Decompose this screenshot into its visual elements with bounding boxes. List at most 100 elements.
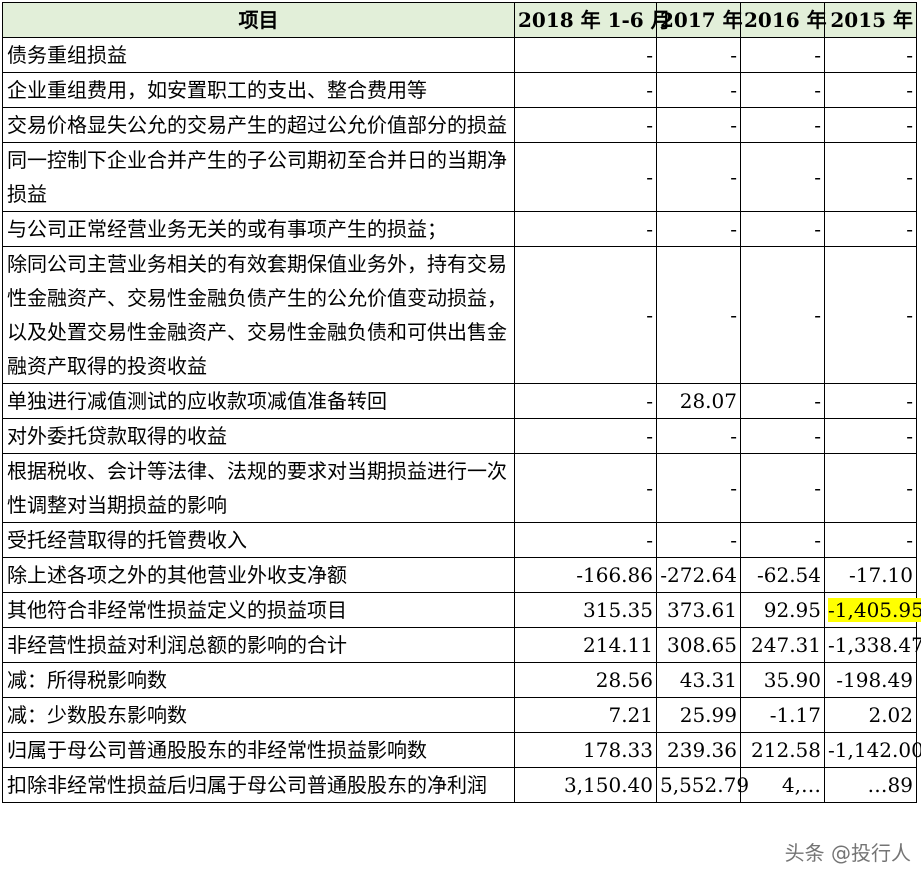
table-row: 根据税收、会计等法律、法规的要求对当期损益进行一次性调整对当期损益的影响 - - - - [2,453,917,523]
table-row: 减：少数股东影响数 7.21 25.99 -1.17 2.02 [2,697,917,733]
row-value-cell: 2.02 [824,697,917,733]
table-row: 对外委托贷款取得的收益 - - - - [2,418,917,454]
row-value-cell: 239.36 [656,732,741,768]
row-value-cell: -198.49 [824,662,917,698]
row-item-label: 其他符合非经常性损益定义的损益项目 [2,592,515,628]
row-value-cell: -1,142.00 [824,732,921,768]
row-value-cell: - [656,211,741,247]
row-item-label: 减：所得税影响数 [2,662,515,698]
row-value-cell: 28.07 [656,383,741,419]
row-item-label: 根据税收、会计等法律、法规的要求对当期损益进行一次性调整对当期损益的影响 [2,453,515,523]
table-row: 企业重组费用，如安置职工的支出、整合费用等 - - - - [2,72,917,108]
row-value-cell: - [514,72,657,108]
row-item-label: 扣除非经常性损益后归属于母公司普通股股东的净利润 [2,767,515,803]
row-value-cell: -17.10 [824,557,917,593]
row-value-cell: -1,338.47 [824,627,921,663]
row-item-label: 单独进行减值测试的应收款项减值准备转回 [2,383,515,419]
row-value-cell: - [824,522,917,558]
table-row: 受托经营取得的托管费收入 - - - - [2,522,917,558]
row-value-cell: - [514,211,657,247]
row-value-cell: 308.65 [656,627,741,663]
row-value-cell: -1.17 [740,697,825,733]
row-value-cell: - [514,142,657,212]
row-item-label: 非经营性损益对利润总额的影响的合计 [2,627,515,663]
row-value-cell: 92.95 [740,592,825,628]
row-value-cell: - [740,72,825,108]
row-value-cell: - [656,72,741,108]
row-value-cell: - [824,142,917,212]
row-value-cell: - [740,37,825,73]
table-row: 单独进行减值测试的应收款项减值准备转回 -28.07- - [2,383,917,419]
table-row: 同一控制下企业合并产生的子公司期初至合并日的当期净损益 - - - - [2,142,917,212]
row-value-cell: - [824,211,917,247]
row-value-cell: - [824,383,917,419]
row-item-label: 对外委托贷款取得的收益 [2,418,515,454]
row-value-cell: 43.31 [656,662,741,698]
row-item-label: 归属于母公司普通股股东的非经常性损益影响数 [2,732,515,768]
financial-table: 项目 2018 年 1-6 月 2017 年 2016 年 2015 年 债务重… [2,2,921,803]
row-value-cell: -166.86 [514,557,657,593]
row-item-label: 与公司正常经营业务无关的或有事项产生的损益； [2,211,515,247]
row-value-cell: …89 [824,767,917,803]
table-row: 其他符合非经常性损益定义的损益项目 315.35 373.61 92.95 -1,405… [2,592,921,628]
table-row: 债务重组损益 - - - - [2,37,917,73]
table-row: 除同公司主营业务相关的有效套期保值业务外，持有交易性金融资产、交易性金融负债产生… [2,246,917,384]
row-value-cell: 178.33 [514,732,657,768]
row-value-cell: - [656,246,741,384]
table-row: 除上述各项之外的其他营业外收支净额 -166.86 -272.64 -62.54 -17… [2,557,917,593]
header-item: 项目 [2,2,515,38]
row-item-label: 减：少数股东影响数 [2,697,515,733]
table-row: 扣除非经常性损益后归属于母公司普通股股东的净利润 3,150.40 5,552.79… [2,767,917,803]
row-value-cell: - [656,142,741,212]
row-value-cell: - [740,211,825,247]
row-value-cell: 315.35 [514,592,657,628]
row-value-cell: 28.56 [514,662,657,698]
row-value-cell: - [824,418,917,454]
table-row: 非经营性损益对利润总额的影响的合计 214.11 308.65 247.31 -1,33… [2,627,921,663]
header-2015: 2015 年 [824,2,917,38]
row-value-cell: - [824,37,917,73]
highlighted-value: -1,405.95 [828,598,921,622]
row-value-cell: -1,405.95 [824,592,921,628]
table-row: 减：所得税影响数 28.56 43.31 35.90 -198.49 [2,662,917,698]
table-row: 与公司正常经营业务无关的或有事项产生的损益； - - - - [2,211,917,247]
row-value-cell: - [740,142,825,212]
row-value-cell: - [740,107,825,143]
row-value-cell: - [740,522,825,558]
row-value-cell: - [656,453,741,523]
row-value-cell: - [824,453,917,523]
row-value-cell: - [514,453,657,523]
row-item-label: 企业重组费用，如安置职工的支出、整合费用等 [2,72,515,108]
row-item-label: 同一控制下企业合并产生的子公司期初至合并日的当期净损益 [2,142,515,212]
row-value-cell: - [740,246,825,384]
row-value-cell: 7.21 [514,697,657,733]
table-row: 交易价格显失公允的交易产生的超过公允价值部分的损益 - - - - [2,107,917,143]
row-value-cell: - [514,107,657,143]
row-value-cell: - [824,246,917,384]
row-value-cell: - [514,383,657,419]
row-value-cell: - [824,107,917,143]
header-row: 项目 2018 年 1-6 月 2017 年 2016 年 2015 年 [2,2,917,38]
table-body: 债务重组损益 - - - - 企业重组费用，如安置职工的支出、整合费用等 - - - - 交易价格显… [2,37,921,803]
row-value-cell: 25.99 [656,697,741,733]
row-value-cell: - [514,37,657,73]
table-row: 归属于母公司普通股股东的非经常性损益影响数 178.33 239.36 212.58-… [2,732,921,768]
row-value-cell: 5,552.79 [656,767,749,803]
row-value-cell: - [824,72,917,108]
row-value-cell: -62.54 [740,557,825,593]
row-value-cell: - [514,522,657,558]
row-value-cell: - [740,418,825,454]
row-value-cell: 214.11 [514,627,657,663]
watermark: 头条 @投行人 [782,837,913,866]
row-value-cell: - [514,246,657,384]
row-value-cell: - [656,107,741,143]
row-value-cell: 3,150.40 [514,767,657,803]
header-2018h1: 2018 年 1-6 月 [514,2,671,38]
row-value-cell: - [740,383,825,419]
header-2016: 2016 年 [740,2,827,38]
row-value-cell: - [656,522,741,558]
row-value-cell: 247.31 [740,627,825,663]
row-item-label: 债务重组损益 [2,37,515,73]
row-value-cell: -272.64 [656,557,741,593]
row-value-cell: - [740,453,825,523]
